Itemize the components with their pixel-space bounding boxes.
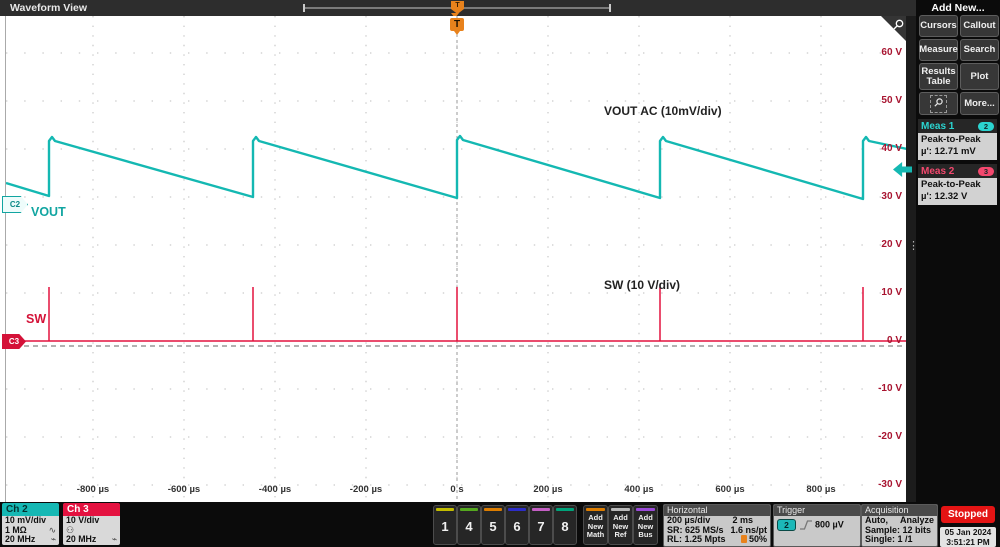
bandwidth-icon: ⌁ (51, 535, 56, 545)
channel3-badge[interactable]: Ch 3 10 V/div ⚇ 20 MHz⌁ (63, 503, 120, 545)
titlebar: Waveform View T (0, 0, 916, 16)
sw-annotation: SW (10 V/div) (604, 278, 680, 292)
add-new-header: Add New... (916, 2, 1000, 14)
datetime-display: 05 Jan 2024 3:51:21 PM (940, 527, 996, 547)
probe-icon: ⚇ (66, 525, 74, 535)
trigger-source-badge: 2 (777, 519, 796, 531)
source-button-7[interactable]: 7 (529, 505, 553, 545)
ch2-impedance: 1 MΩ (5, 525, 27, 535)
x-tick-label: -600 µs (168, 484, 200, 495)
y-tick-label: 60 V (881, 47, 902, 58)
trigger-level: 800 µV (815, 519, 844, 529)
y-tick-label: 30 V (881, 191, 902, 202)
zoom-mode-button[interactable] (919, 92, 958, 115)
x-tick-label: 600 µs (715, 484, 744, 495)
measurement-badge-meas1[interactable]: Meas 1 2 Peak-to-Peak µ': 12.71 mV (918, 119, 997, 160)
x-tick-label: -800 µs (77, 484, 109, 495)
y-tick-label: -20 V (878, 431, 902, 442)
trigger-panel[interactable]: Trigger 2 800 µV (773, 504, 861, 547)
h-record-length: RL: 1.25 Mpts (667, 535, 726, 545)
results-sidebar: Add New... Cursors Callout Measure Searc… (916, 0, 1000, 547)
source-color-stripe (636, 508, 655, 511)
meas2-type: Peak-to-Peak (921, 179, 994, 191)
y-tick-label: 0 V (887, 335, 902, 346)
add-new-bus-button[interactable]: Add New Bus (633, 505, 658, 545)
plot-button[interactable]: Plot (960, 63, 999, 90)
run-stop-status-button[interactable]: Stopped (941, 506, 995, 523)
meas1-source-badge: 2 (978, 122, 994, 131)
bandwidth-icon: ⌁ (112, 535, 117, 545)
rising-edge-icon (799, 519, 813, 531)
waveform-canvas[interactable]: T 60 V 50 V 40 V 30 V 20 V 10 V 0 V -10 V -20 V -… (5, 16, 907, 502)
horizontal-panel[interactable]: Horizontal 200 µs/div2 ms SR: 625 MS/s1.… (663, 504, 771, 547)
channel-color-stripe (460, 508, 478, 511)
x-tick-label: -200 µs (350, 484, 382, 495)
x-tick-label: -400 µs (259, 484, 291, 495)
x-tick-label: 0 s (450, 484, 463, 495)
vout-annotation: VOUT AC (10mV/div) (604, 104, 722, 118)
channel-color-stripe (508, 508, 526, 511)
meas2-name: Meas 2 (921, 166, 954, 177)
cursors-button[interactable]: Cursors (919, 15, 958, 37)
measurement-badge-meas2[interactable]: Meas 2 3 Peak-to-Peak µ': 12.32 V (918, 164, 997, 205)
more-button[interactable]: More... (960, 92, 999, 115)
trigger-title: Trigger (774, 505, 860, 516)
trigger-flag[interactable]: T (450, 18, 464, 31)
channel-color-stripe (532, 508, 550, 511)
sw-trace (6, 287, 907, 341)
acq-single: Single: 1 /1 (865, 535, 934, 545)
channel-color-stripe (556, 508, 574, 511)
source-color-stripe (611, 508, 630, 511)
ch3-bandwidth: 20 MHz (66, 534, 96, 544)
acquisition-panel[interactable]: Acquisition Auto,Analyze Sample: 12 bits… (861, 504, 938, 547)
callout-button[interactable]: Callout (960, 15, 999, 37)
h-position: 50% (741, 535, 767, 545)
x-tick-label: 200 µs (533, 484, 562, 495)
results-table-button[interactable]: Results Table (919, 63, 958, 90)
view-title: Waveform View (10, 0, 87, 16)
vout-trace (6, 136, 907, 199)
source-color-stripe (586, 508, 605, 511)
trigger-position-icon (741, 535, 747, 543)
meas2-source-badge: 3 (978, 167, 994, 176)
time: 3:51:21 PM (940, 538, 996, 547)
y-tick-label: 10 V (881, 287, 902, 298)
sw-trace-label: SW (26, 312, 46, 326)
search-button[interactable]: Search (960, 39, 999, 61)
y-tick-label: -10 V (878, 383, 902, 394)
y-tick-label: 40 V (881, 143, 902, 154)
record-view-bracket[interactable]: T (303, 4, 611, 12)
settings-bar: Ch 2 10 mV/div 1 MΩ∿ 20 MHz⌁ Ch 3 10 V/d… (0, 502, 1000, 547)
vout-trace-label: VOUT (31, 205, 66, 219)
source-button-4[interactable]: 4 (457, 505, 481, 545)
meas2-value: µ': 12.32 V (921, 191, 994, 203)
source-button-8[interactable]: 8 (553, 505, 577, 545)
channel-color-stripe (484, 508, 502, 511)
plot-side-scrollbar[interactable]: ⋮ (906, 16, 916, 502)
source-button-6[interactable]: 6 (505, 505, 529, 545)
meas1-name: Meas 1 (921, 121, 954, 132)
meas1-type: Peak-to-Peak (921, 134, 994, 146)
add-new-ref-button[interactable]: Add New Ref (608, 505, 633, 545)
x-tick-label: 800 µs (806, 484, 835, 495)
ch2-bandwidth: 20 MHz (5, 534, 35, 544)
y-tick-label: 50 V (881, 95, 902, 106)
measure-button[interactable]: Measure (919, 39, 958, 61)
x-tick-label: 400 µs (624, 484, 653, 495)
source-button-5[interactable]: 5 (481, 505, 505, 545)
meas1-value: µ': 12.71 mV (921, 146, 994, 158)
channel-color-stripe (436, 508, 454, 511)
channel2-badge[interactable]: Ch 2 10 mV/div 1 MΩ∿ 20 MHz⌁ (2, 503, 59, 545)
y-tick-label: 20 V (881, 239, 902, 250)
add-new-math-button[interactable]: Add New Math (583, 505, 608, 545)
waveform-svg (6, 16, 907, 502)
source-button-1[interactable]: 1 (433, 505, 457, 545)
y-tick-label: -30 V (878, 479, 902, 490)
zoom-box-icon (930, 95, 947, 113)
